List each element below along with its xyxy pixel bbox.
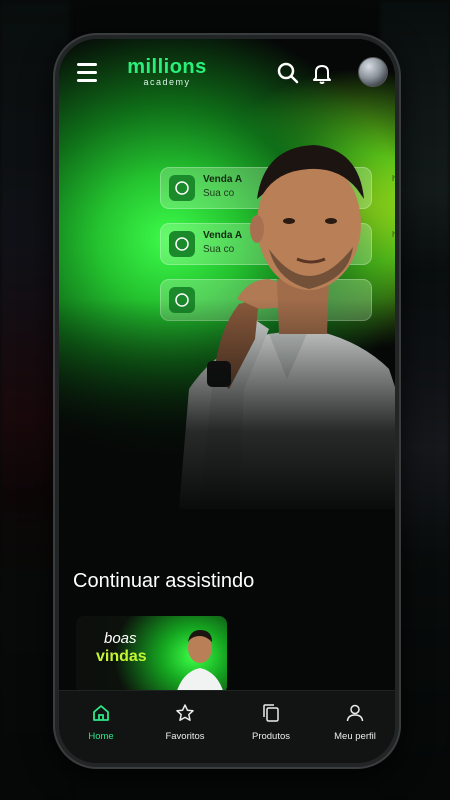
thumbnail-text-line1: boas — [104, 630, 137, 647]
star-icon — [176, 704, 194, 721]
nav-home[interactable]: Home — [59, 691, 143, 763]
app-logo: millions academy — [119, 57, 215, 87]
nav-favoritos-label: Favoritos — [165, 731, 205, 742]
nav-produtos[interactable]: Produtos — [229, 691, 313, 763]
video-thumbnail[interactable]: boas vindas — [76, 616, 227, 694]
home-icon — [93, 705, 109, 721]
hero-fade — [59, 299, 395, 519]
nav-meu-perfil[interactable]: Meu perfil — [313, 691, 395, 763]
nav-favoritos[interactable]: Favoritos — [143, 691, 227, 763]
continue-watching-title: Continuar assistindo — [73, 570, 255, 592]
user-avatar[interactable] — [358, 57, 388, 87]
nav-produtos-label: Produtos — [251, 731, 291, 742]
thumbnail-text-line2: vindas — [96, 648, 147, 665]
search-icon[interactable] — [276, 61, 300, 85]
logo-sub-text: academy — [143, 77, 191, 87]
app-screen: Venda A Sua co há Venda A Sua co há — [59, 39, 395, 763]
bell-icon[interactable] — [310, 61, 334, 85]
nav-meu-perfil-label: Meu perfil — [334, 731, 376, 742]
phone-frame: Venda A Sua co há Venda A Sua co há — [53, 33, 401, 769]
user-icon — [346, 704, 364, 722]
thumbnail-person-image — [176, 630, 224, 694]
logo-main-text: millions — [127, 56, 207, 78]
hamburger-menu-icon[interactable] — [77, 63, 99, 83]
copy-icon — [263, 704, 279, 722]
nav-home-label: Home — [88, 731, 114, 742]
bottom-navigation: Home Favoritos Produtos Meu perfil — [59, 690, 395, 763]
